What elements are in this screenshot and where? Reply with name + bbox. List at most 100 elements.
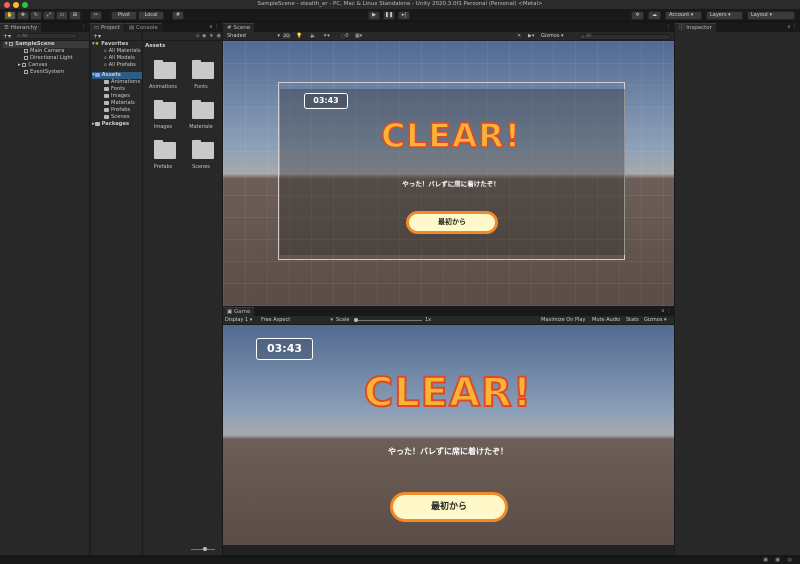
- toggle-2d-button[interactable]: 2D: [281, 33, 292, 40]
- pause-button[interactable]: ❚❚: [383, 11, 395, 20]
- tab-console[interactable]: ▤ Console: [125, 23, 162, 32]
- game-tab-label: Game: [233, 309, 251, 315]
- tab-project[interactable]: ▭ Project: [90, 23, 124, 32]
- item-label: All Prefabs: [108, 62, 136, 68]
- maximize-on-play-toggle[interactable]: Maximize On Play: [541, 316, 585, 325]
- filter-icon[interactable]: ◆: [202, 33, 206, 39]
- tab-scene[interactable]: # Scene: [223, 23, 255, 32]
- effects-icon[interactable]: ✦▾: [323, 33, 330, 39]
- game-restart-button[interactable]: 最初から: [390, 492, 508, 522]
- slider-handle[interactable]: [354, 318, 358, 322]
- scene-message: やった！バレずに席に着けたぞ！: [402, 180, 500, 188]
- asset-folder[interactable]: Scenes: [181, 130, 221, 170]
- scale-slider[interactable]: [354, 318, 422, 322]
- stats-toggle[interactable]: Stats: [626, 316, 639, 325]
- favorite-icon[interactable]: ★: [209, 33, 213, 39]
- custom-tool-icon[interactable]: ✂: [90, 11, 102, 20]
- add-icon[interactable]: +▾: [3, 33, 11, 40]
- play-button[interactable]: ▶: [368, 11, 380, 20]
- shading-mode-dropdown[interactable]: Shaded ▾: [225, 33, 280, 40]
- list-item[interactable]: ⌕ All Materials: [92, 48, 142, 55]
- cache-icon[interactable]: ▣: [775, 557, 780, 563]
- hand-tool-icon[interactable]: ✋: [4, 11, 16, 20]
- scale-tool-icon[interactable]: ⤢: [43, 11, 55, 20]
- rect-tool-icon[interactable]: ▭: [56, 11, 68, 20]
- assets-row[interactable]: ▾ Assets: [92, 72, 142, 79]
- asset-folder[interactable]: Images: [143, 90, 183, 130]
- move-tool-icon[interactable]: ✥: [17, 11, 29, 20]
- visibility-icon[interactable]: ◉: [217, 33, 221, 39]
- layout-dropdown[interactable]: Layout ▾: [747, 11, 795, 20]
- mute-audio-toggle[interactable]: Mute Audio: [592, 316, 620, 325]
- scene-viewport[interactable]: 03:43 CLEAR! やった！バレずに席に着けたぞ！ 最初から: [223, 41, 674, 306]
- step-button[interactable]: ▸|: [398, 11, 410, 20]
- scene-tabstrip: # Scene ⋮: [223, 23, 674, 32]
- panel-menu-icon[interactable]: a ⋮: [661, 307, 671, 316]
- camera-icon[interactable]: ▶▾: [528, 33, 534, 39]
- layers-dropdown[interactable]: Layers ▾: [706, 11, 743, 20]
- slider-handle[interactable]: [203, 547, 207, 551]
- list-item[interactable]: Scenes: [92, 114, 142, 121]
- pivot-toggle[interactable]: Pivot: [111, 11, 137, 20]
- asset-folder[interactable]: Animations: [143, 60, 183, 90]
- grid-icon[interactable]: ▦▾: [355, 33, 362, 39]
- progress-icon[interactable]: ▣: [763, 557, 768, 563]
- list-item[interactable]: ⌕ All Prefabs: [92, 62, 142, 69]
- tab-game[interactable]: ▣ Game: [223, 307, 255, 316]
- icon-size-slider[interactable]: [191, 547, 215, 551]
- asset-folder[interactable]: Prefabs: [143, 130, 183, 170]
- grid-snap-icon[interactable]: #: [172, 11, 184, 20]
- hidden-objects-icon[interactable]: ◌0: [341, 33, 349, 39]
- hierarchy-search-placeholder: All: [22, 33, 28, 39]
- asset-folder[interactable]: Fonts: [181, 60, 221, 90]
- list-item[interactable]: Main Camera: [3, 48, 89, 55]
- search-icon: ⌕: [582, 34, 585, 40]
- packages-row[interactable]: ▸ Packages: [92, 121, 142, 128]
- list-item[interactable]: ▸ Canvas: [3, 62, 89, 69]
- list-item[interactable]: Animations: [92, 79, 142, 86]
- scene-gizmos-dropdown[interactable]: Gizmos ▾: [541, 33, 575, 40]
- scene-restart-button[interactable]: 最初から: [406, 211, 498, 234]
- add-icon[interactable]: +▾: [93, 33, 101, 40]
- transform-tool-icon[interactable]: ⊞: [69, 11, 81, 20]
- scene-row[interactable]: ▾ SampleScene: [3, 41, 89, 48]
- panel-menu-icon[interactable]: ⋮: [666, 23, 671, 32]
- game-viewport[interactable]: 03:43 CLEAR! やった！バレずに席に着けたぞ！ 最初から: [223, 325, 674, 555]
- panel-menu-icon[interactable]: a ⋮: [787, 23, 797, 32]
- item-label: EventSystem: [30, 69, 65, 75]
- list-item[interactable]: Fonts: [92, 86, 142, 93]
- list-item[interactable]: Materials: [92, 100, 142, 107]
- lighting-icon[interactable]: 💡: [296, 33, 302, 39]
- expand-arrow-icon[interactable]: ▾: [5, 41, 8, 47]
- audio-icon[interactable]: 🔈: [310, 33, 316, 39]
- panel-menu-icon[interactable]: ⋮: [81, 23, 86, 32]
- tab-hierarchy[interactable]: ☰ Hierarchy: [0, 23, 42, 32]
- favorites-row[interactable]: ▾★ Favorites: [92, 41, 142, 48]
- rotate-tool-icon[interactable]: ↻: [30, 11, 42, 20]
- collab-icon[interactable]: ✲: [631, 11, 644, 20]
- display-dropdown[interactable]: Display 1 ▾: [225, 316, 252, 325]
- hierarchy-search-input[interactable]: ⌕ All: [14, 33, 79, 39]
- list-item[interactable]: Images: [92, 93, 142, 100]
- scene-search-placeholder: All: [585, 34, 592, 39]
- search-icon: ⌕: [104, 62, 107, 68]
- list-item[interactable]: ⌕ All Models: [92, 55, 142, 62]
- tools-icon[interactable]: ✕: [517, 33, 521, 39]
- expand-arrow-icon[interactable]: ▸: [18, 62, 21, 68]
- tab-inspector[interactable]: ⓘ Inspector: [675, 23, 716, 32]
- folder-icon: [154, 100, 176, 119]
- local-toggle[interactable]: Local: [138, 11, 164, 20]
- lock-icon[interactable]: a ⋮: [209, 23, 219, 32]
- list-item[interactable]: Prefabs: [92, 107, 142, 114]
- list-item[interactable]: Directional Light: [3, 55, 89, 62]
- cloud-icon[interactable]: ☁: [648, 11, 661, 20]
- account-dropdown[interactable]: Account ▾: [665, 11, 702, 20]
- scene-search-input[interactable]: ⌕ All: [578, 33, 671, 40]
- game-gizmos-dropdown[interactable]: Gizmos ▾: [644, 316, 667, 325]
- asset-folder[interactable]: Materiale: [181, 90, 221, 130]
- list-item[interactable]: EventSystem: [3, 69, 89, 76]
- debug-icon[interactable]: ◎: [788, 557, 792, 563]
- aspect-dropdown[interactable]: Free Aspect ▾: [261, 316, 333, 325]
- folder-icon: [104, 79, 109, 84]
- tag-icon[interactable]: ⌂: [196, 33, 199, 39]
